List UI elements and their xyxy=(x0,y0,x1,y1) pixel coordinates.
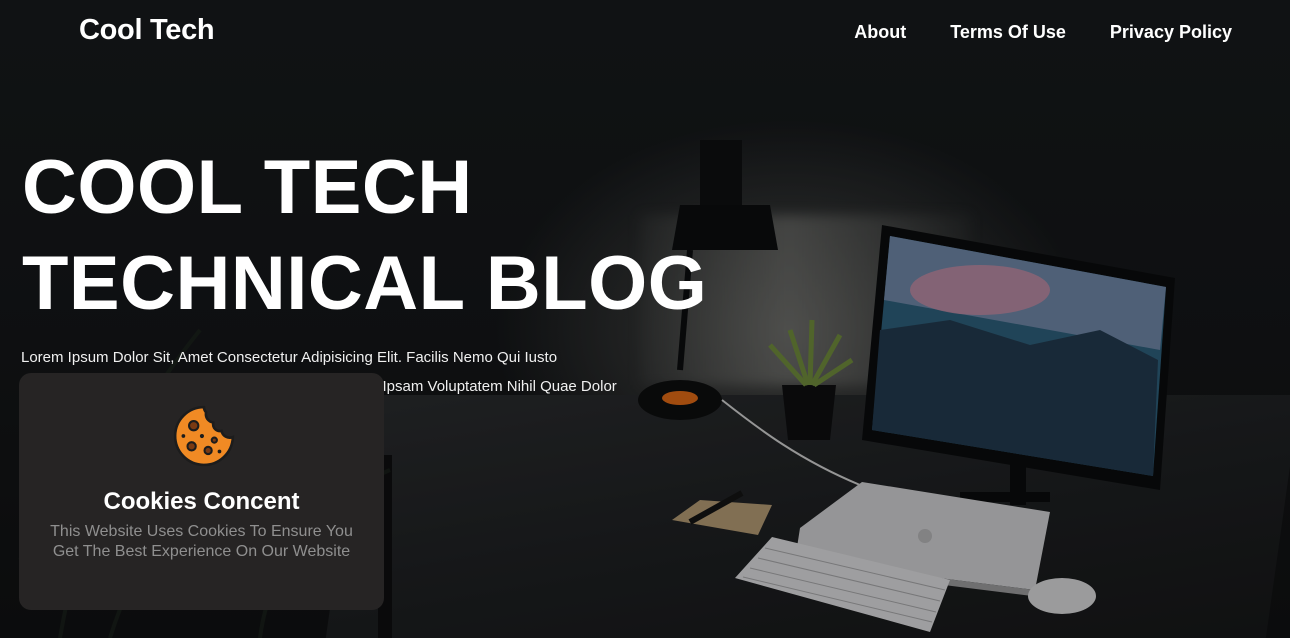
top-nav: Cool Tech About Terms Of Use Privacy Pol… xyxy=(0,0,1290,66)
cookie-icon xyxy=(173,405,235,467)
nav-link-privacy-policy[interactable]: Privacy Policy xyxy=(1110,22,1232,43)
hero-lead-line-1: Lorem Ipsum Dolor Sit, Amet Consectetur … xyxy=(21,349,558,366)
cookie-consent-card: Cookies Concent This Website Uses Cookie… xyxy=(19,373,384,610)
brand-logo-link[interactable]: Cool Tech xyxy=(79,14,215,47)
cookie-consent-description: This Website Uses Cookies To Ensure You … xyxy=(50,523,353,560)
hero-headline-line-2: TECHNICAL BLOG xyxy=(22,241,708,326)
hero-headline-line-1: COOL TECH xyxy=(22,145,473,230)
cookie-consent-title: Cookies Concent xyxy=(103,488,300,515)
nav-links: About Terms Of Use Privacy Policy xyxy=(854,22,1232,43)
hero-headline: COOL TECH TECHNICAL BLOG xyxy=(22,140,707,332)
nav-link-terms-of-use[interactable]: Terms Of Use xyxy=(950,22,1066,43)
nav-link-about[interactable]: About xyxy=(854,22,906,43)
